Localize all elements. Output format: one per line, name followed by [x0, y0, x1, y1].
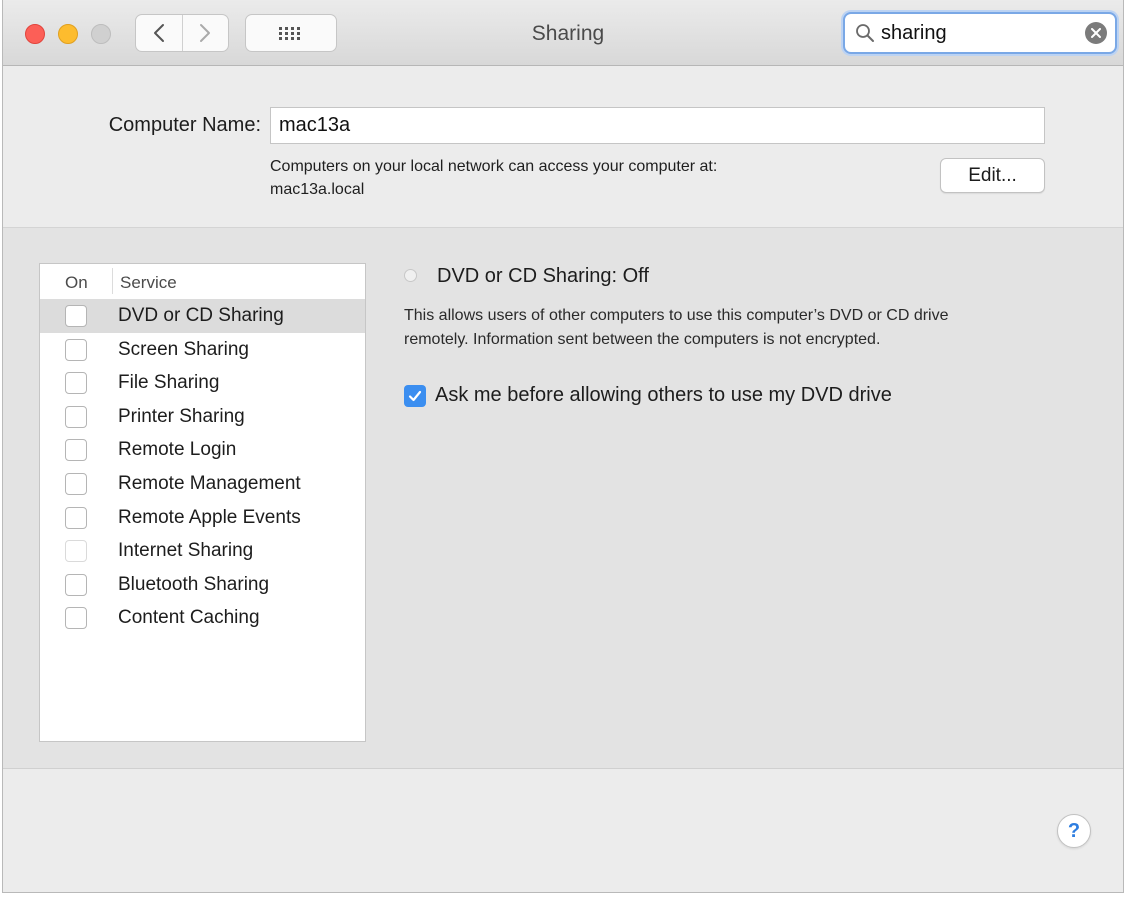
- computer-name-field[interactable]: [270, 107, 1045, 144]
- service-checkbox[interactable]: [65, 506, 87, 529]
- service-label[interactable]: Remote Login: [118, 439, 236, 461]
- help-button[interactable]: ?: [1057, 814, 1091, 848]
- description-line: remotely. Information sent between the c…: [404, 331, 881, 348]
- service-label[interactable]: Screen Sharing: [118, 339, 249, 361]
- local-hostname: mac13a.local: [270, 181, 365, 198]
- service-row[interactable]: Remote Management: [40, 467, 365, 501]
- search-field[interactable]: [843, 12, 1117, 54]
- grid-icon: [279, 27, 300, 40]
- title-bar: Sharing: [3, 0, 1123, 66]
- column-separator: [112, 268, 113, 294]
- edit-button[interactable]: Edit...: [940, 158, 1045, 193]
- clear-icon: [1091, 28, 1101, 38]
- service-checkbox[interactable]: [65, 338, 87, 361]
- service-label[interactable]: Remote Management: [118, 473, 301, 495]
- back-button[interactable]: [136, 15, 182, 51]
- description-line: This allows users of other computers to …: [404, 307, 949, 324]
- service-row[interactable]: Content Caching: [40, 601, 365, 635]
- clear-search-button[interactable]: [1085, 22, 1107, 44]
- service-label[interactable]: Internet Sharing: [118, 540, 253, 562]
- service-label[interactable]: Remote Apple Events: [118, 507, 301, 529]
- chevron-right-icon: [200, 24, 211, 42]
- service-row[interactable]: Bluetooth Sharing: [40, 568, 365, 602]
- service-checkbox[interactable]: [65, 305, 87, 327]
- column-header-on[interactable]: On: [65, 273, 88, 293]
- sharing-window: Sharing Computer Name: Computers on your…: [2, 0, 1124, 893]
- service-checkbox[interactable]: [65, 372, 87, 395]
- column-header-service[interactable]: Service: [120, 273, 177, 293]
- window-title: Sharing: [531, 22, 605, 45]
- zoom-window-button[interactable]: [91, 24, 111, 44]
- checkmark-icon: [408, 390, 422, 402]
- service-checkbox[interactable]: [65, 472, 87, 495]
- show-all-button[interactable]: [245, 14, 337, 52]
- service-row[interactable]: DVD or CD Sharing: [40, 299, 365, 333]
- minimize-window-button[interactable]: [58, 24, 78, 44]
- service-label[interactable]: Content Caching: [118, 607, 260, 629]
- service-label[interactable]: DVD or CD Sharing: [118, 305, 284, 327]
- service-row[interactable]: Remote Login: [40, 433, 365, 467]
- service-checkbox[interactable]: [65, 439, 87, 462]
- close-window-button[interactable]: [25, 24, 45, 44]
- services-list: On Service DVD or CD Sharing Screen Shari…: [39, 263, 366, 742]
- local-address-text: Computers on your local network can acce…: [270, 155, 910, 201]
- service-row[interactable]: Internet Sharing: [40, 534, 365, 568]
- chevron-left-icon: [153, 24, 164, 42]
- computer-name-label: Computer Name:: [108, 114, 261, 136]
- search-input[interactable]: [881, 20, 1071, 46]
- service-label[interactable]: Printer Sharing: [118, 406, 245, 428]
- service-row[interactable]: Remote Apple Events: [40, 501, 365, 535]
- service-checkbox: [65, 540, 87, 563]
- service-label[interactable]: File Sharing: [118, 372, 219, 394]
- status-indicator: [404, 269, 417, 282]
- access-description: Computers on your local network can acce…: [270, 158, 718, 175]
- service-row[interactable]: File Sharing: [40, 366, 365, 400]
- services-rows: DVD or CD Sharing Screen Sharing File Shar…: [40, 299, 365, 635]
- service-row[interactable]: Printer Sharing: [40, 400, 365, 434]
- ask-before-allowing-label[interactable]: Ask me before allowing others to use my …: [435, 384, 892, 407]
- service-checkbox[interactable]: [65, 573, 87, 596]
- service-description: This allows users of other computers to …: [404, 304, 1104, 352]
- service-row[interactable]: Screen Sharing: [40, 333, 365, 367]
- service-status: DVD or CD Sharing: Off: [437, 265, 649, 287]
- service-checkbox[interactable]: [65, 607, 87, 630]
- services-list-header: On Service: [40, 264, 365, 299]
- navigation-buttons: [135, 14, 229, 52]
- forward-button[interactable]: [181, 15, 229, 51]
- service-checkbox[interactable]: [65, 405, 87, 428]
- magnifier-icon: [856, 24, 874, 42]
- ask-before-allowing-checkbox[interactable]: [404, 385, 426, 407]
- service-label[interactable]: Bluetooth Sharing: [118, 574, 269, 596]
